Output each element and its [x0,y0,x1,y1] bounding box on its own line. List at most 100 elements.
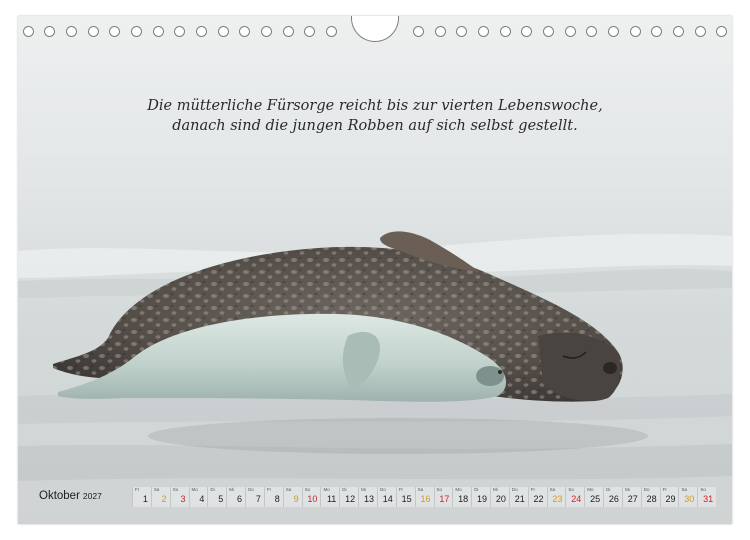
binding-hole [109,26,120,37]
binding-hole [218,26,229,37]
day-weekday: So [436,487,443,492]
binding-hole [153,26,164,37]
day-weekday: Di [210,487,215,492]
binding-hole [23,26,34,37]
day-number: 2 [161,494,167,504]
day-weekday: Mi [493,487,498,492]
binding-hole [651,26,662,37]
day-number: 25 [590,494,601,504]
binding-hole [326,26,337,37]
day-cell: Mo 11 [320,487,340,507]
binding-hole [456,26,467,37]
binding-hole [565,26,576,37]
quote-text: Die mütterliche Fürsorge reicht bis zur … [18,96,732,136]
day-weekday: Fr [135,487,140,492]
day-cell: Fr 15 [395,487,415,507]
day-weekday: Sa [681,487,687,492]
quote-line-1: Die mütterliche Fürsorge reicht bis zur … [147,98,603,114]
binding-hole [174,26,185,37]
day-number: 18 [458,494,469,504]
binding-hole [500,26,511,37]
binding-hole [196,26,207,37]
day-weekday: So [568,487,574,492]
day-number: 3 [180,494,186,504]
day-number: 5 [218,494,224,504]
day-cell: Mi 13 [358,487,377,507]
calendar-strip: Oktober 2027 Fr 1 Sa 2 So 3 Mo 4 Di 5 Mi 6 Do 7 Fr 8 Sa 9 S… [18,486,732,508]
day-number: 9 [293,494,299,504]
day-cell: Do 7 [245,487,264,507]
day-number: 31 [703,494,714,504]
day-number: 8 [274,494,280,504]
binding-hole [608,26,619,37]
day-cell: Mo 18 [452,487,472,507]
day-number: 20 [495,494,506,504]
day-weekday: So [304,487,311,492]
hanger-cutout [351,16,399,42]
day-number: 22 [533,494,544,504]
day-number: 24 [571,494,582,504]
binding-hole [586,26,597,37]
day-weekday: Mo [323,487,330,492]
day-cell: So 10 [301,487,321,507]
day-number: 6 [237,494,243,504]
day-cell: Fr 22 [527,487,547,507]
binding-hole [695,26,706,37]
day-weekday: Mo [455,487,462,492]
day-number: 13 [363,494,374,504]
day-number: 1 [142,494,148,504]
binding-hole [716,26,727,37]
day-number: 21 [514,494,525,504]
day-cell: Di 26 [603,487,622,507]
day-weekday: So [172,487,179,492]
day-number: 15 [401,494,412,504]
day-weekday: Mi [229,487,234,492]
day-weekday: Mo [191,487,198,492]
day-weekday: Mi [624,487,630,492]
day-number: 29 [665,494,676,504]
binding-hole [478,26,489,37]
day-cell: Mi 6 [226,487,246,507]
day-number: 16 [420,494,431,504]
day-number: 27 [627,494,638,504]
day-cell: So 24 [565,487,585,507]
day-number: 30 [684,494,695,504]
day-cell: So 17 [433,487,453,507]
quote-line-2: danach sind die jungen Robben auf sich s… [172,118,578,134]
month-label: Oktober 2027 [39,490,102,502]
binding-hole [304,26,315,37]
binding-hole [283,26,294,37]
day-cell: Do 14 [376,487,396,507]
day-cell: Di 12 [339,487,359,507]
day-weekday: Mo [587,487,594,492]
day-number: 7 [255,494,261,504]
day-cell: Sa 30 [678,487,698,507]
binding-hole [44,26,55,37]
day-cell: Sa 23 [546,487,566,507]
day-weekday: Sa [285,487,292,492]
day-cell: Do 28 [640,487,660,507]
day-cell: Mi 20 [490,487,509,507]
day-weekday: Do [379,487,386,492]
day-weekday: So [700,487,706,492]
day-cell: Mo 25 [584,487,604,507]
binding-hole [261,26,272,37]
day-number: 12 [345,494,356,504]
day-weekday: Sa [417,487,424,492]
day-cell: Do 21 [508,487,528,507]
day-weekday: Fr [662,487,667,492]
day-weekday: Sa [153,487,160,492]
binding-hole [131,26,142,37]
day-cell: Mo 4 [188,487,208,507]
binding-strip [18,16,732,46]
day-weekday: Mi [361,487,366,492]
binding-hole [66,26,77,37]
day-weekday: Di [342,487,347,492]
day-weekday: Di [606,487,611,492]
binding-hole [673,26,684,37]
day-weekday: Sa [549,487,556,492]
day-number: 4 [199,494,205,504]
binding-hole [239,26,250,37]
day-number: 19 [477,494,488,504]
day-cell: Di 19 [471,487,491,507]
